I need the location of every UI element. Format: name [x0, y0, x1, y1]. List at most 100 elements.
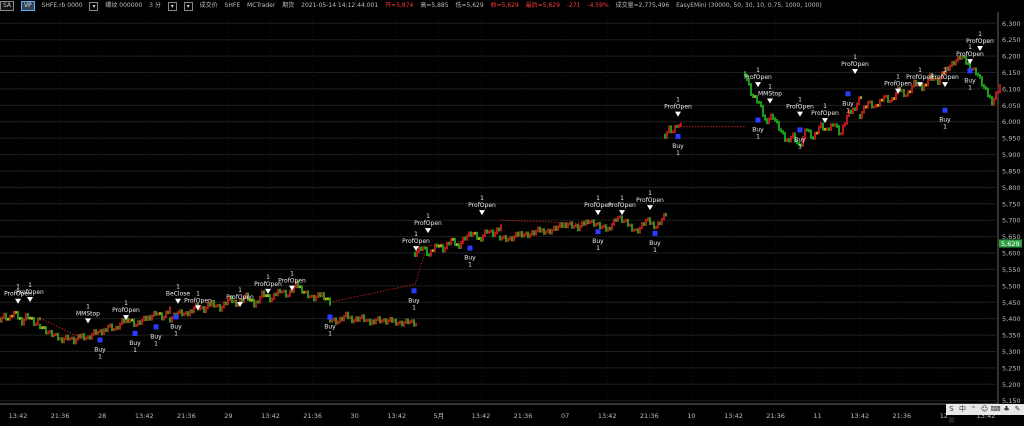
time-tick-label: 21:36 — [766, 412, 785, 420]
time-tick-label: 21:36 — [514, 412, 533, 420]
exit-label: ProfOpen — [226, 294, 254, 301]
trade-qty-label: 1 — [853, 54, 857, 61]
buy-marker — [97, 337, 103, 343]
exit-label: MMStop — [758, 90, 782, 97]
tray-icon[interactable]: ♣ — [1001, 404, 1012, 415]
tray-icon[interactable]: 中 — [957, 404, 968, 415]
price-axis[interactable]: 6,300 6,250 6,200 6,150 6,100 6,050 6,000 5,950… — [999, 20, 1022, 405]
price-tick-label: 6,000 — [1002, 118, 1021, 126]
price-tick-label: 5,800 — [1002, 184, 1021, 192]
trade-qty-label: 1 — [86, 303, 90, 310]
exit-marker — [15, 298, 21, 304]
time-tick-label: 5月 — [434, 412, 445, 420]
trade-qty-label: 1 — [196, 290, 200, 297]
exit-label: ProfOpen — [278, 278, 306, 285]
tray-icons: S 中 ⌃ ☺ ⌨ ♣ ✎ ▦ — [946, 404, 1024, 424]
price-tick-label: 5,500 — [1002, 282, 1021, 290]
exit-marker — [797, 111, 803, 117]
buy-label: Buy — [672, 143, 684, 150]
exit-marker — [479, 210, 485, 216]
buy-marker — [132, 330, 138, 336]
trade-qty-label: 1 — [28, 282, 32, 289]
exit-marker — [942, 82, 948, 88]
exit-marker — [619, 210, 625, 216]
change-value: -271 — [566, 2, 581, 9]
time-tick-label: 13:42 — [472, 412, 491, 420]
trade-qty-label: 1 — [176, 284, 180, 291]
trade-qty-label: 1 — [426, 213, 430, 220]
exit-label: ProfOpen — [414, 220, 442, 227]
symbol-name: 螺纹 000000 — [105, 2, 143, 9]
trade-qty-label: 1 — [756, 67, 760, 74]
time-tick-label: 21:36 — [892, 412, 911, 420]
price-tick-label: 6,050 — [1002, 102, 1021, 110]
exit-marker — [413, 246, 419, 252]
trade-qty-label: 1 — [98, 353, 102, 360]
trade-qty-label: 1 — [968, 84, 972, 91]
price-dropdown-button[interactable]: ▾ — [183, 2, 193, 11]
trade-qty-label: 1 — [756, 134, 760, 141]
time-tick-label: 28 — [98, 412, 106, 420]
trade-qty-label: 1 — [468, 262, 472, 269]
time-axis[interactable]: 13:42 21:36 28 13:42 21:36 29 13:42 21:36 30 13:4… — [9, 412, 996, 420]
trade-qty-label: 1 — [480, 195, 484, 202]
buy-marker — [675, 134, 681, 139]
time-tick-label: 13:42 — [724, 412, 743, 420]
trade-qty-label: 1 — [846, 107, 850, 114]
price-tick-label: 6,100 — [1002, 85, 1021, 93]
tray-icon[interactable]: ⌨ — [990, 404, 1001, 415]
low-value: 低=5,629 — [455, 2, 484, 9]
symbol-dropdown-button[interactable]: ▾ — [89, 2, 99, 11]
volume-value: 成交量=2,775,496 — [615, 2, 670, 9]
exit-label: ProfOpen — [811, 110, 839, 117]
buy-label: Buy — [752, 127, 764, 134]
buy-label: Buy — [794, 136, 806, 143]
exit-marker — [675, 111, 681, 117]
time-tick-label: 10 — [687, 412, 695, 420]
trade-qty-label: 1 — [798, 143, 802, 150]
exit-label: ProfOpen — [402, 238, 430, 245]
buy-marker — [411, 288, 417, 294]
tray-icon[interactable]: ▦ — [946, 415, 957, 426]
exchange-label: SHFE — [224, 2, 241, 9]
high-value: 高=5,885 — [420, 2, 449, 9]
tray-icon[interactable]: ✎ — [1012, 404, 1023, 415]
vp-button[interactable]: VP — [20, 1, 35, 11]
time-tick-label: 29 — [224, 412, 232, 420]
interval-dropdown-button[interactable]: ▾ — [167, 2, 177, 11]
time-tick-label: 13:42 — [9, 412, 28, 420]
price-tick-label: 5,600 — [1002, 250, 1021, 258]
exit-label: ProfOpen — [884, 81, 912, 88]
time-tick-label: 13:42 — [850, 412, 869, 420]
exit-marker — [647, 205, 653, 211]
tray-icon[interactable]: S — [946, 404, 957, 415]
buy-label: Buy — [842, 100, 854, 107]
price-chart[interactable]: 1ProfOpen1ProfOpen1MMStopBuy11ProfOpenBu… — [0, 12, 1024, 422]
exit-label: ProfOpen — [112, 307, 140, 314]
buy-label: Buy — [170, 324, 182, 331]
exit-label: ProfOpen — [468, 202, 496, 209]
price-series — [0, 55, 1001, 345]
buy-label: Buy — [129, 340, 141, 347]
trade-qty-label: 1 — [154, 340, 158, 347]
buy-label: Buy — [592, 238, 604, 245]
price-tick-label: 6,300 — [1002, 20, 1021, 28]
buy-marker — [327, 314, 333, 320]
price-tick-label: 5,200 — [1002, 381, 1021, 389]
trade-qty-label: 1 — [266, 274, 270, 281]
buy-label: Buy — [964, 77, 976, 84]
symbol-toggle-button[interactable]: SA — [0, 1, 15, 11]
time-tick-label: 30 — [351, 412, 359, 420]
trade-qty-label: 1 — [133, 347, 137, 354]
exit-label: ProfOpen — [841, 61, 869, 68]
tray-icon[interactable]: ⌃ — [968, 404, 979, 415]
buy-label: Buy — [649, 240, 661, 247]
price-tick-label: 5,900 — [1002, 151, 1021, 159]
trade-qty-label: 1 — [943, 124, 947, 131]
exit-marker — [767, 98, 773, 104]
price-tick-label: 6,200 — [1002, 53, 1021, 61]
trade-qty-label: 1 — [596, 245, 600, 252]
buy-marker — [845, 91, 851, 97]
buy-marker — [755, 117, 761, 123]
tray-icon[interactable]: ☺ — [979, 404, 990, 415]
